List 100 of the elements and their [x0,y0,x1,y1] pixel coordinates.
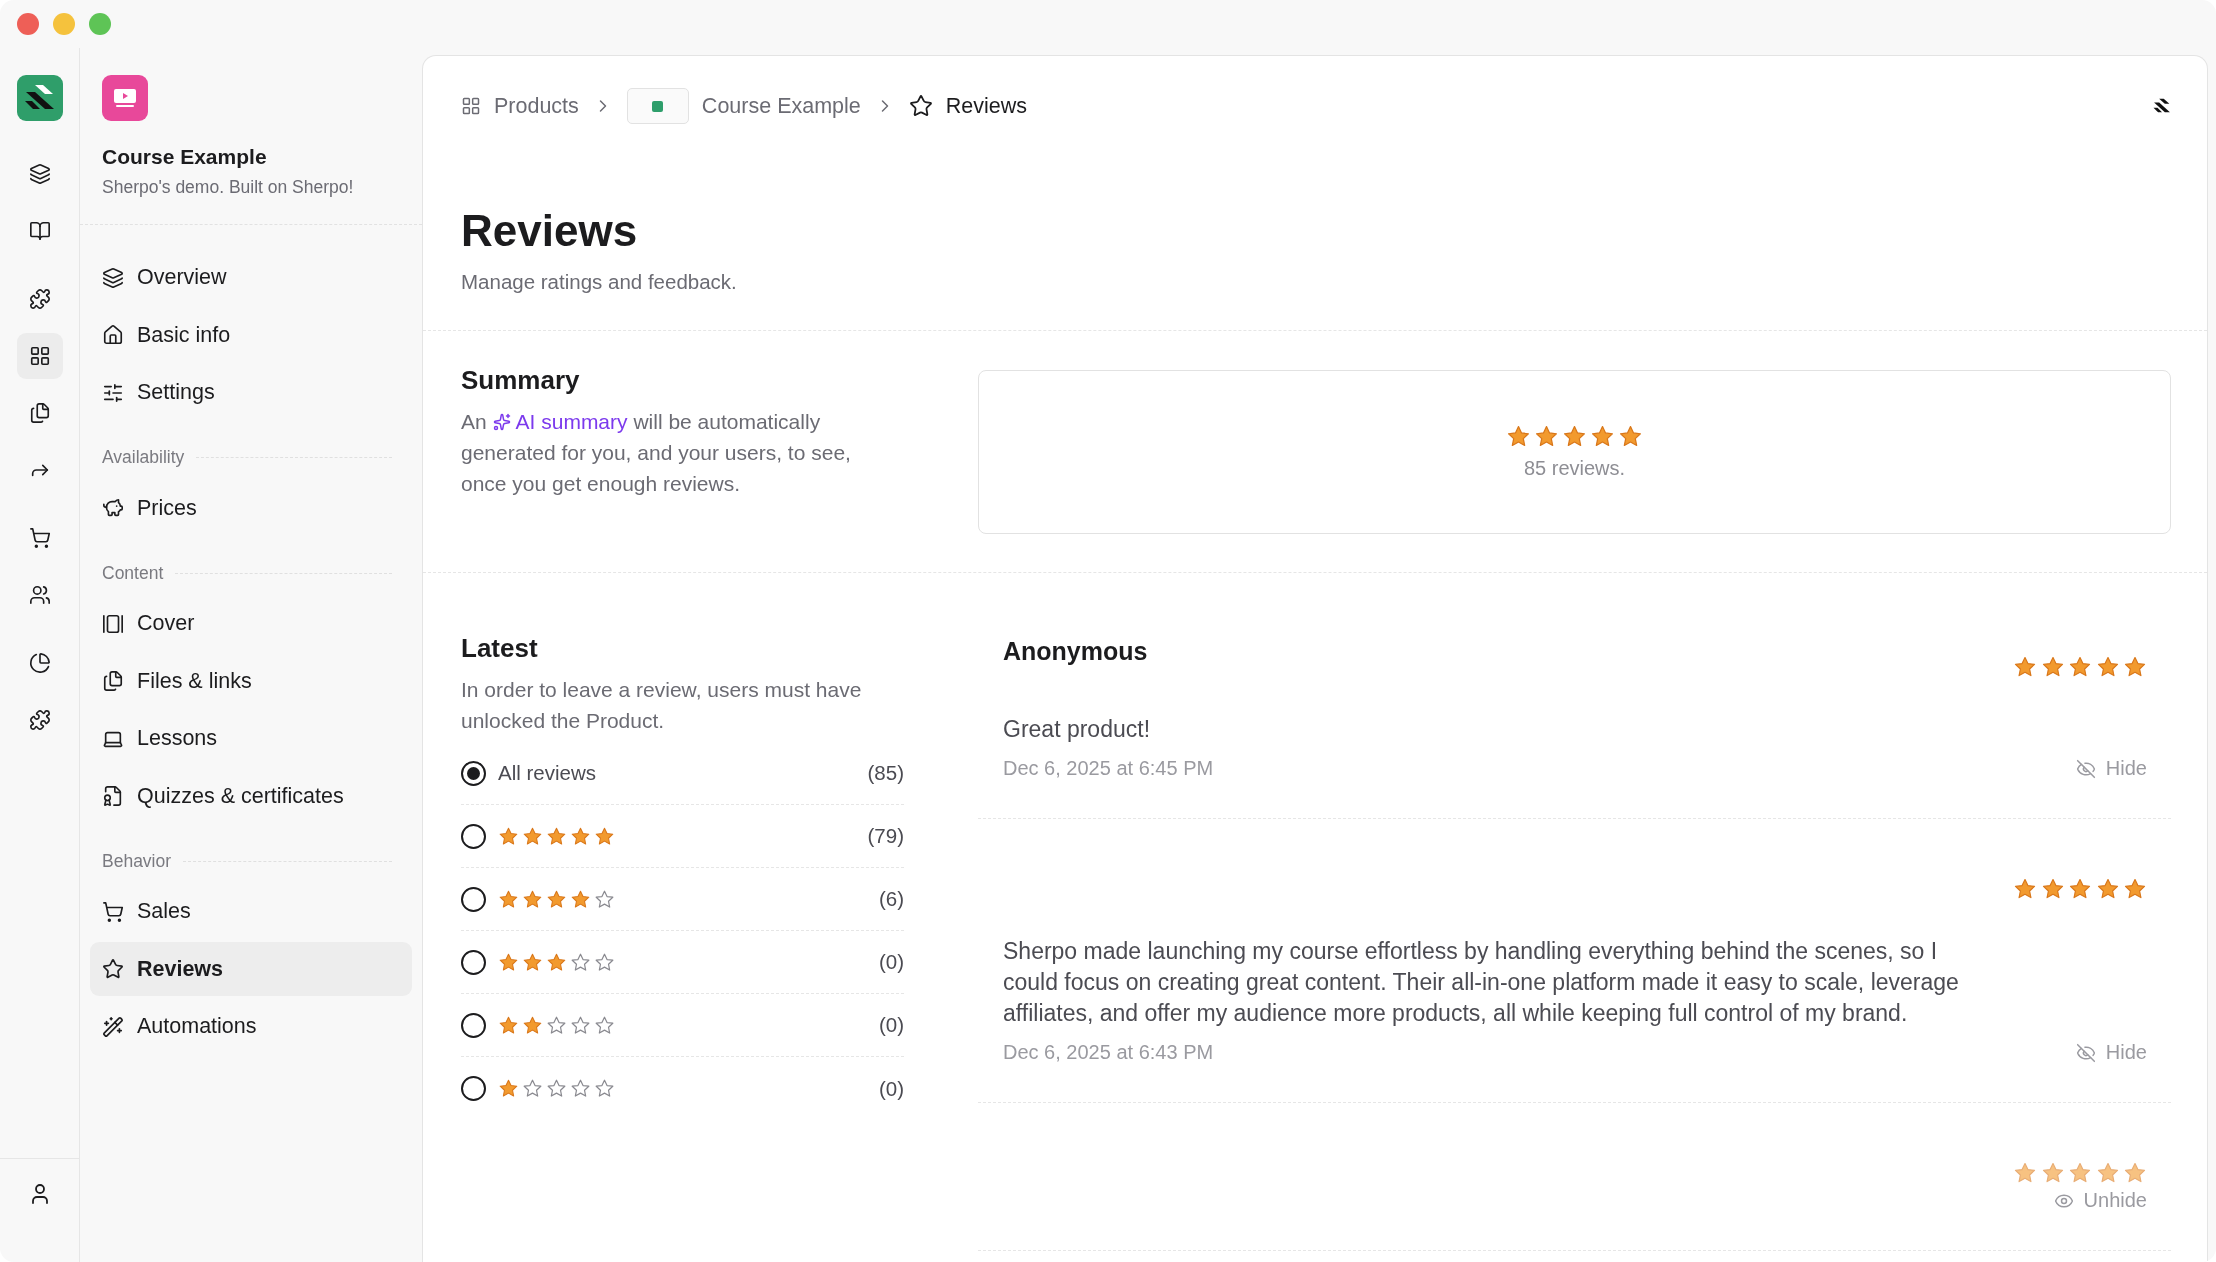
video-icon [112,86,138,110]
sidebar-item[interactable]: Basic info [90,308,412,362]
star-icon [546,951,567,973]
review-author: Anonymous [1003,637,1148,666]
star-icon [594,1014,615,1036]
radio-button[interactable] [461,1076,486,1101]
rating-filter-option[interactable]: (0) [461,1057,904,1120]
breadcrumb-link[interactable]: Products [461,93,579,119]
sidebar-item[interactable]: Automations [90,999,412,1054]
logo-icon [16,75,63,121]
star-icon [2123,655,2147,679]
sliders-icon [102,381,124,404]
thumbnail-image [626,88,689,124]
filter-count: (0) [878,1076,904,1101]
review-date: Dec 6, 2025 at 6:45 PM [1003,757,1214,780]
breadcrumb-link[interactable]: Reviews [908,93,1028,119]
piggy-bank-icon [102,497,124,519]
radio-button[interactable] [461,1012,486,1038]
star-icon [102,958,124,980]
section-title: Latest [461,633,539,664]
star-icon [2040,1161,2065,1185]
sidebar-item[interactable]: Cover [90,596,412,651]
sparkles-icon [492,413,511,431]
rating-filter-option[interactable]: (79) [461,805,904,868]
eye-off-icon [2075,758,2096,779]
star-icon [522,951,543,973]
product-name: Course Example [102,145,268,169]
gallery-icon [102,612,124,635]
star-icon [1506,424,1531,449]
star-icon [498,888,519,910]
radio-button[interactable] [461,886,486,912]
ai-summary-link[interactable]: AI summary [492,410,628,433]
star-icon [594,1078,615,1099]
breadcrumb-link[interactable]: Course Example [626,88,861,124]
product-tagline: Sherpo's demo. Built on Sherpo! [102,177,355,198]
star-icon [570,888,591,910]
star-icon [522,1078,543,1099]
star-icon [2040,877,2065,901]
review-text: Sherpo made launching my course effortless by handling everything behind the scenes, so I could focus on creating great content. Their all-in-one platform made it easy to scale, leverage affiliates, and offer my audience more products, all while keeping full control of my brand. [1003,937,1960,1028]
star-icon [522,888,543,910]
sidebar-item[interactable]: Reviews [90,942,412,996]
star-icon [2040,655,2065,679]
star-icon [2095,877,2120,901]
grid-icon [28,345,51,367]
star-icon [1590,424,1615,449]
cart-icon [102,900,124,923]
sidebar-item[interactable]: Overview [90,250,412,305]
star-icon [546,1014,567,1036]
filter-count: (0) [878,950,904,974]
star-icon [2068,877,2092,901]
star-icon [594,951,615,973]
radio-button[interactable] [461,760,486,786]
nav-section-heading: Behavior [102,850,172,872]
star-icon [546,825,567,847]
star-icon [2013,1161,2037,1185]
people-icon [28,584,51,606]
radio-button[interactable] [461,823,486,849]
rating-filter-option[interactable]: (0) [461,994,904,1057]
star-icon [498,1014,519,1036]
rating-filter-option[interactable]: (0) [461,931,904,994]
magic-wand-icon [102,1015,124,1038]
cart-icon [28,527,51,549]
certificate-icon [102,785,124,807]
star-icon [570,951,591,973]
filter-label: All reviews [498,761,596,785]
star-icon [2013,877,2037,901]
star-icon [2123,1161,2147,1185]
star-icon [2095,655,2120,679]
documents-icon [102,670,124,692]
close-window-button[interactable] [17,13,39,35]
nav-section-heading: Content [102,562,164,584]
filter-count: (79) [867,824,904,848]
eye-off-icon [2075,1042,2096,1063]
documents-icon [28,402,51,424]
pie-chart-icon [28,652,51,674]
puzzle-icon [28,288,51,310]
star-icon [522,825,543,847]
sidebar-item[interactable]: Prices [90,481,412,535]
rail-button[interactable] [16,333,63,379]
star-icon [1562,424,1587,449]
star-icon [2068,655,2092,679]
star-icon [908,94,933,118]
sidebar-item[interactable]: Settings [90,365,412,420]
layers-icon [28,163,51,185]
sidebar-item[interactable]: Lessons [90,711,412,766]
star-icon [594,888,615,910]
section-title: Summary [461,365,581,396]
rating-filter-option[interactable]: (6) [461,868,904,931]
rating-filter-option[interactable]: All reviews (85) [461,742,904,805]
sidebar-item[interactable]: Files & links [90,654,412,708]
page-title: Reviews [461,205,639,257]
star-icon [498,1078,519,1099]
star-icon [1618,424,1643,449]
star-icon [1534,424,1559,449]
puzzle-icon [28,709,51,731]
filter-count: (85) [867,761,904,785]
sidebar-item[interactable]: Quizzes & certificates [90,769,412,823]
radio-button[interactable] [461,949,486,975]
latest-description: In order to leave a review, users must have unlocked the Product. [461,677,863,734]
sidebar-item[interactable]: Sales [90,884,412,939]
